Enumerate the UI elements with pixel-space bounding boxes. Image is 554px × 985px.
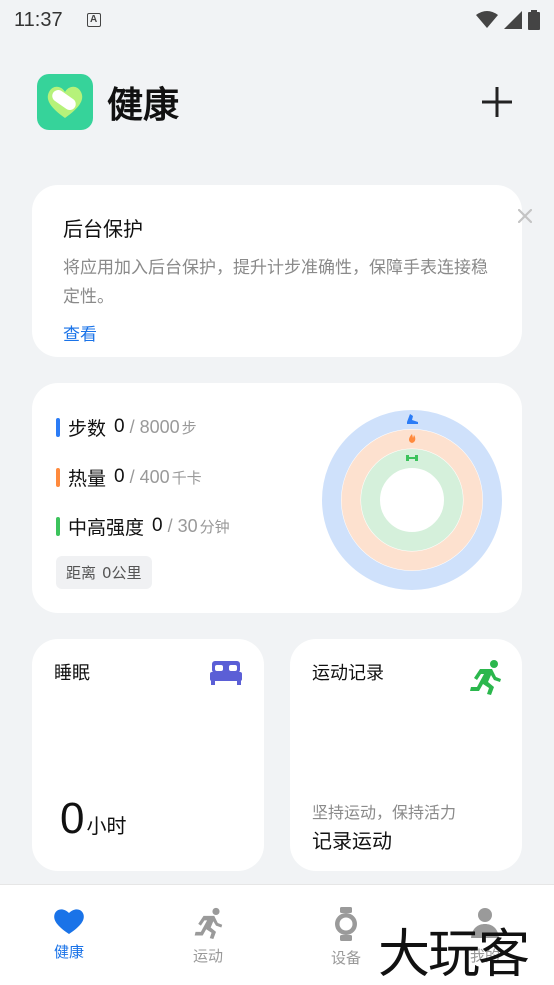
sleep-value: 0	[60, 794, 85, 843]
intensity-value: 0	[152, 515, 163, 536]
nav-label-health: 健康	[53, 943, 84, 961]
nav-label-exercise: 运动	[192, 947, 223, 965]
steps-row: 步数 0 / 8000 步	[56, 414, 197, 440]
exercise-record-card[interactable]: 运动记录 坚持运动，保持活力 记录运动	[290, 639, 522, 871]
running-icon	[470, 660, 501, 695]
steps-unit: 步	[181, 418, 197, 437]
calories-row: 热量 0 / 400 千卡	[56, 464, 202, 490]
status-bar: 11:37 A	[0, 0, 554, 40]
signal-icon	[504, 11, 522, 29]
nav-item-exercise[interactable]: 运动	[168, 907, 248, 966]
sleep-title: 睡眠	[54, 663, 90, 684]
watermark: 大玩客	[378, 925, 530, 985]
calories-goal: / 400	[129, 466, 170, 487]
steps-value: 0	[114, 416, 125, 437]
bed-icon	[210, 661, 242, 685]
distance-chip: 距离 0公里	[56, 556, 152, 589]
plus-icon	[482, 87, 512, 117]
a-icon: A	[86, 13, 101, 27]
close-button[interactable]	[517, 208, 533, 227]
battery-icon	[528, 10, 540, 30]
card-title: 后台保护	[63, 217, 143, 241]
activity-rings	[322, 410, 502, 590]
health-app-icon	[37, 74, 93, 130]
steps-label: 步数	[68, 417, 107, 440]
intensity-row: 中高强度 0 / 30 分钟	[56, 513, 230, 539]
activity-card[interactable]: 步数 0 / 8000 步 热量 0 / 400 千卡 中高强度 0 / 30 …	[32, 383, 522, 613]
record-exercise-button[interactable]: 记录运动	[312, 825, 392, 854]
distance-value: 0公里	[102, 564, 142, 582]
add-button[interactable]	[477, 82, 517, 122]
exercise-subtitle: 坚持运动，保持活力	[312, 803, 457, 822]
background-protection-card: 后台保护 将应用加入后台保护，提升计步准确性，保障手表连接稳定性。 查看	[32, 185, 522, 357]
calories-color-bar	[56, 467, 60, 487]
sleep-unit: 小时	[86, 814, 127, 838]
heart-icon	[54, 909, 84, 934]
nav-item-health[interactable]: 健康	[29, 907, 109, 962]
sleep-card[interactable]: 睡眠 0 小时	[32, 639, 264, 871]
app-header: 健康	[37, 74, 517, 130]
distance-label: 距离	[66, 564, 97, 582]
nav-label-devices: 设备	[330, 949, 361, 967]
intensity-label: 中高强度	[68, 516, 145, 539]
intensity-unit: 分钟	[199, 517, 230, 536]
intensity-color-bar	[56, 516, 60, 536]
exercise-title: 运动记录	[312, 663, 384, 684]
watch-icon	[335, 907, 357, 941]
card-description: 将应用加入后台保护，提升计步准确性，保障手表连接稳定性。	[63, 258, 488, 307]
calories-label: 热量	[68, 467, 107, 490]
steps-color-bar	[56, 417, 60, 437]
wifi-icon	[476, 11, 498, 28]
page-title: 健康	[107, 85, 180, 126]
close-icon	[517, 208, 533, 224]
status-time: 11:37	[14, 8, 63, 31]
running-icon	[194, 907, 223, 939]
intensity-goal: / 30	[167, 515, 198, 536]
nav-item-devices[interactable]: 设备	[306, 907, 386, 968]
sleep-duration: 0 小时	[60, 794, 126, 844]
steps-goal: / 8000	[129, 416, 180, 437]
calories-value: 0	[114, 466, 125, 487]
intensity-ring	[361, 449, 463, 551]
status-indicators	[476, 10, 540, 30]
calories-unit: 千卡	[171, 468, 202, 487]
view-link[interactable]: 查看	[63, 320, 97, 345]
